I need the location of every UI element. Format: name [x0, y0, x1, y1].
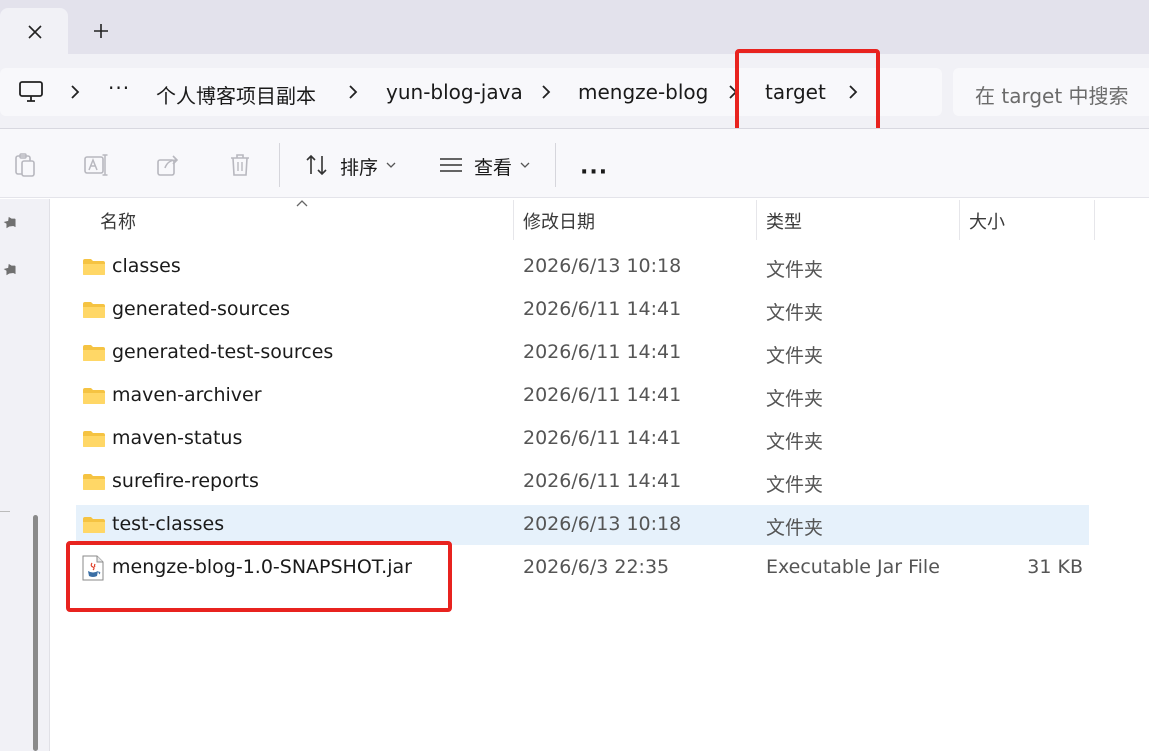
file-name: generated-test-sources	[112, 341, 334, 363]
file-name: generated-sources	[112, 298, 290, 320]
chevron-down-icon[interactable]	[386, 161, 396, 169]
column-header-date[interactable]: 修改日期	[523, 208, 595, 234]
close-icon	[28, 25, 42, 39]
file-row-classes[interactable]: classes 2026/6/13 10:18 文件夹	[76, 247, 1089, 287]
file-type: 文件夹	[766, 474, 824, 496]
view-icon[interactable]	[438, 152, 464, 178]
nav-divider	[0, 511, 10, 512]
folder-icon	[83, 259, 105, 275]
active-tab[interactable]	[0, 8, 68, 54]
chevron-down-icon[interactable]	[520, 161, 530, 169]
pin-icon[interactable]	[2, 215, 20, 233]
navigation-pane	[0, 199, 50, 751]
file-type: Executable Jar File	[766, 556, 940, 578]
chevron-right-icon[interactable]	[66, 82, 84, 102]
new-tab-button[interactable]	[86, 16, 116, 46]
sort-ascending-icon	[296, 200, 308, 207]
file-row-generated-sources[interactable]: generated-sources 2026/6/11 14:41 文件夹	[76, 290, 1089, 330]
file-size: 31 KB	[1027, 556, 1083, 578]
file-type: 文件夹	[766, 431, 824, 453]
address-row: 在 target 中搜索 ··· 个人博客项目副本 yun-blog-java …	[0, 54, 1149, 128]
breadcrumb-item-project-copy[interactable]: 个人博客项目副本	[156, 80, 316, 109]
more-options-button[interactable]: ···	[580, 160, 608, 185]
column-divider[interactable]	[756, 200, 757, 240]
column-divider[interactable]	[1094, 200, 1095, 240]
file-type: 文件夹	[766, 388, 824, 410]
file-name: classes	[112, 255, 181, 277]
file-row-maven-archiver[interactable]: maven-archiver 2026/6/11 14:41 文件夹	[76, 376, 1089, 416]
toolbar-divider	[555, 143, 556, 187]
file-name: maven-status	[112, 427, 243, 449]
share-icon[interactable]	[155, 152, 181, 178]
sort-icon[interactable]	[304, 152, 330, 178]
file-name: surefire-reports	[112, 470, 259, 492]
column-divider[interactable]	[959, 200, 960, 240]
column-header-size[interactable]: 大小	[969, 208, 1005, 234]
file-date: 2026/6/13 10:18	[523, 513, 682, 535]
folder-icon	[83, 474, 105, 490]
plus-icon	[94, 24, 108, 38]
file-date: 2026/6/11 14:41	[523, 427, 682, 449]
file-type: 文件夹	[766, 517, 824, 539]
file-name: test-classes	[112, 513, 225, 535]
paste-icon[interactable]	[12, 152, 38, 178]
toolbar-divider	[279, 143, 280, 187]
chevron-right-icon[interactable]	[344, 82, 362, 102]
folder-icon	[83, 517, 105, 533]
this-pc-icon[interactable]	[18, 80, 44, 104]
file-row-generated-test-sources[interactable]: generated-test-sources 2026/6/11 14:41 文…	[76, 333, 1089, 373]
command-bar: 排序 查看	[0, 128, 1149, 198]
chevron-right-icon[interactable]	[537, 82, 555, 102]
folder-icon	[83, 345, 105, 361]
view-button[interactable]: 查看	[474, 153, 512, 180]
breadcrumb-item-yun-blog-java[interactable]: yun-blog-java	[386, 80, 523, 104]
close-tab-button[interactable]	[22, 20, 48, 44]
pin-icon[interactable]	[2, 262, 20, 280]
column-header-type[interactable]: 类型	[766, 208, 802, 234]
tab-strip	[0, 0, 1149, 54]
breadcrumb-overflow[interactable]: ···	[108, 76, 130, 100]
file-name: maven-archiver	[112, 384, 262, 406]
nav-scrollbar[interactable]	[33, 515, 38, 751]
file-row-surefire-reports[interactable]: surefire-reports 2026/6/11 14:41 文件夹	[76, 462, 1089, 502]
search-box[interactable]: 在 target 中搜索	[953, 68, 1149, 116]
highlight-box-jar	[66, 541, 452, 612]
breadcrumb-item-mengze-blog[interactable]: mengze-blog	[578, 80, 708, 104]
column-header-name[interactable]: 名称	[100, 208, 136, 234]
delete-icon[interactable]	[227, 152, 253, 178]
folder-icon	[83, 431, 105, 447]
file-date: 2026/6/11 14:41	[523, 298, 682, 320]
rename-icon[interactable]	[83, 152, 109, 178]
file-row-test-classes[interactable]: test-classes 2026/6/13 10:18 文件夹	[76, 505, 1089, 545]
search-placeholder: 在 target 中搜索	[975, 84, 1129, 108]
column-divider[interactable]	[513, 200, 514, 240]
sort-button[interactable]: 排序	[340, 153, 378, 180]
file-date: 2026/6/11 14:41	[523, 470, 682, 492]
file-date: 2026/6/13 10:18	[523, 255, 682, 277]
file-type: 文件夹	[766, 302, 824, 324]
file-date: 2026/6/11 14:41	[523, 384, 682, 406]
file-type: 文件夹	[766, 259, 824, 281]
file-date: 2026/6/3 22:35	[523, 556, 670, 578]
folder-icon	[83, 302, 105, 318]
highlight-box-target	[735, 49, 880, 135]
file-row-maven-status[interactable]: maven-status 2026/6/11 14:41 文件夹	[76, 419, 1089, 459]
file-type: 文件夹	[766, 345, 824, 367]
folder-icon	[83, 388, 105, 404]
file-date: 2026/6/11 14:41	[523, 341, 682, 363]
